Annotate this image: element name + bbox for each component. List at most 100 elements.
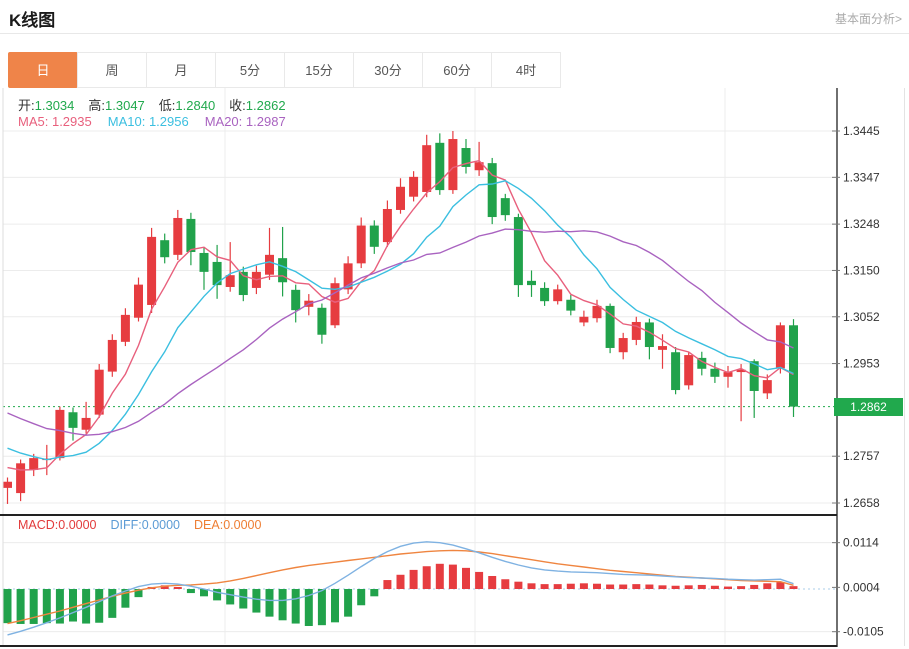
macd-bar bbox=[698, 585, 706, 589]
price-tick-label: 1.3347 bbox=[843, 170, 880, 184]
macd-bar bbox=[724, 587, 732, 589]
ma-summary: MA5: 1.2935 MA10: 1.2956 MA20: 1.2987 bbox=[18, 114, 286, 129]
ma10-label: MA10: bbox=[108, 114, 146, 129]
macd-bar bbox=[423, 566, 431, 589]
candle-body bbox=[134, 285, 143, 318]
candle-body bbox=[121, 315, 130, 342]
current-price-badge: 1.2862 bbox=[834, 398, 903, 416]
macd-bar bbox=[69, 589, 77, 622]
ma5-readout: MA5: 1.2935 bbox=[18, 114, 92, 129]
high-label: 高: bbox=[88, 98, 105, 113]
candle-body bbox=[186, 219, 195, 252]
macd-bar bbox=[554, 584, 562, 589]
candle-body bbox=[265, 255, 274, 275]
candle-body bbox=[29, 458, 38, 470]
candle-body bbox=[383, 209, 392, 242]
price-tick-label: 1.2953 bbox=[843, 357, 880, 371]
dea-label: DEA: bbox=[194, 518, 223, 532]
candle-body bbox=[684, 355, 693, 385]
macd-tick-label: 0.0114 bbox=[843, 536, 879, 550]
candle-body bbox=[514, 217, 523, 285]
macd-bar bbox=[750, 585, 758, 589]
dea-readout: DEA:0.0000 bbox=[194, 518, 261, 532]
macd-bar bbox=[541, 584, 549, 589]
candle-body bbox=[619, 338, 628, 352]
macd-bar bbox=[43, 589, 51, 623]
macd-bar bbox=[239, 589, 247, 609]
close-label: 收: bbox=[229, 98, 246, 113]
candlesticks bbox=[3, 131, 798, 504]
macd-bar bbox=[619, 585, 627, 589]
candle-body bbox=[540, 288, 549, 301]
candle-body bbox=[658, 346, 667, 350]
kline-widget: K线图 基本面分析> 日周月5分15分30分60分4时 1.34451.3347… bbox=[0, 0, 909, 649]
macd-label: MACD: bbox=[18, 518, 58, 532]
diff-readout: DIFF:0.0000 bbox=[111, 518, 180, 532]
high-value: 1.3047 bbox=[105, 98, 145, 113]
candle-body bbox=[776, 325, 785, 368]
macd-bar bbox=[685, 585, 693, 589]
candle-body bbox=[789, 325, 798, 406]
candle-body bbox=[213, 262, 222, 285]
candle-body bbox=[317, 308, 326, 335]
macd-bar bbox=[475, 572, 483, 589]
macd-bar bbox=[659, 585, 667, 589]
open-label: 开: bbox=[18, 98, 35, 113]
macd-bar bbox=[528, 583, 536, 589]
macd-bar bbox=[95, 589, 103, 623]
ma20-value: 1.2987 bbox=[246, 114, 286, 129]
price-tick-label: 1.2757 bbox=[843, 449, 880, 463]
macd-value: 0.0000 bbox=[58, 518, 96, 532]
ma5-value: 1.2935 bbox=[52, 114, 92, 129]
macd-bar bbox=[252, 589, 260, 613]
macd-bar bbox=[397, 575, 405, 589]
macd-bar bbox=[370, 589, 378, 596]
diff-label: DIFF: bbox=[111, 518, 142, 532]
candle-body bbox=[501, 198, 510, 215]
macd-bar bbox=[462, 568, 470, 589]
ma10-value: 1.2956 bbox=[149, 114, 189, 129]
candle-body bbox=[396, 187, 405, 210]
price-tick-label: 1.3445 bbox=[843, 124, 880, 138]
macd-bar bbox=[501, 579, 509, 589]
macd-bar bbox=[606, 585, 614, 589]
candle-body bbox=[579, 317, 588, 323]
candle-body bbox=[147, 237, 156, 305]
ma10-readout: MA10: 1.2956 bbox=[108, 114, 189, 129]
price-tick-label: 1.2658 bbox=[843, 496, 880, 510]
candle-body bbox=[160, 240, 169, 257]
macd-bar bbox=[790, 586, 798, 589]
macd-bar bbox=[213, 589, 221, 600]
candle-body bbox=[357, 226, 366, 264]
macd-bar bbox=[4, 589, 12, 623]
macd-readout: MACD:0.0000 bbox=[18, 518, 97, 532]
candle-body bbox=[200, 253, 209, 272]
macd-histogram bbox=[4, 564, 798, 626]
price-tick-label: 1.3248 bbox=[843, 217, 880, 231]
macd-bar bbox=[593, 584, 601, 589]
candle-body bbox=[291, 290, 300, 310]
macd-bar bbox=[449, 565, 457, 589]
macd-bar bbox=[17, 589, 25, 624]
candle-body bbox=[527, 281, 536, 285]
candle-body bbox=[566, 300, 575, 311]
candle-body bbox=[173, 218, 182, 255]
candle-body bbox=[69, 412, 78, 428]
ma20-label: MA20: bbox=[205, 114, 243, 129]
low-label: 低: bbox=[159, 98, 176, 113]
macd-bar bbox=[711, 586, 719, 589]
macd-bar bbox=[514, 582, 522, 589]
ohlc-summary: 开:1.3034高:1.3047低:1.2840收:1.2862 bbox=[18, 95, 300, 114]
ma5-label: MA5: bbox=[18, 114, 48, 129]
macd-bar bbox=[226, 589, 234, 604]
macd-bar bbox=[763, 583, 771, 589]
macd-tick-label: 0.0004 bbox=[843, 580, 880, 594]
candle-body bbox=[108, 340, 117, 372]
candle-body bbox=[553, 289, 562, 301]
macd-bar bbox=[436, 564, 444, 589]
macd-tick-label: -0.0105 bbox=[843, 625, 884, 639]
candle-body bbox=[422, 145, 431, 192]
macd-bar bbox=[174, 587, 182, 589]
y-axis-labels: 1.34451.33471.32481.31501.30521.29531.27… bbox=[832, 124, 884, 639]
macd-bar bbox=[108, 589, 116, 618]
